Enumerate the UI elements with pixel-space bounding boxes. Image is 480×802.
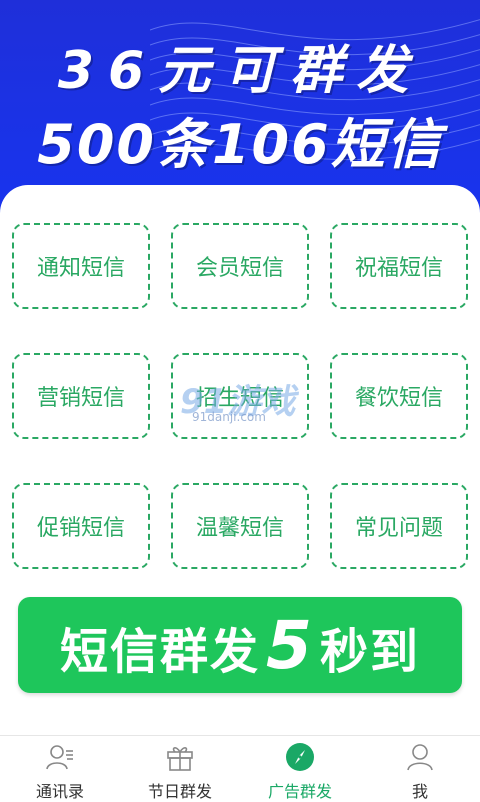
tile-label: 祝福短信 [354, 256, 443, 281]
tile-marketing-sms[interactable]: 营销短信 [12, 353, 150, 439]
user-icon [405, 742, 435, 772]
tab-label: 通讯录 [35, 782, 84, 801]
tile-blessing-sms[interactable]: 祝福短信 [330, 223, 468, 309]
tile-label: 营销短信 [36, 386, 125, 411]
sms-category-grid: 通知短信 会员短信 祝福短信 营销短信 招生短信 餐饮短信 促销短信 温馨短信 … [12, 223, 468, 569]
tile-label: 常见问题 [354, 516, 443, 541]
tile-promotion-sms[interactable]: 促销短信 [12, 483, 150, 569]
tile-notice-sms[interactable]: 通知短信 [12, 223, 150, 309]
compass-icon [285, 742, 315, 772]
contacts-icon [45, 742, 75, 772]
gift-icon [165, 742, 195, 772]
promo-title-line2: 500条106短信 [37, 113, 443, 176]
tile-member-sms[interactable]: 会员短信 [171, 223, 309, 309]
cta-suffix: 秒到 [319, 623, 420, 680]
tile-enrollment-sms[interactable]: 招生短信 [171, 353, 309, 439]
cta-prefix: 短信群发 [60, 623, 261, 680]
tab-ad-broadcast[interactable]: 广告群发 [240, 736, 360, 801]
tile-label: 餐饮短信 [354, 386, 443, 411]
tab-label: 节日群发 [147, 782, 212, 801]
tile-label: 温馨短信 [195, 516, 284, 541]
promo-title-line1: 36元可群发 [57, 41, 423, 101]
tile-label: 通知短信 [36, 256, 125, 281]
tile-faq[interactable]: 常见问题 [330, 483, 468, 569]
content-panel: 通知短信 会员短信 祝福短信 营销短信 招生短信 餐饮短信 促销短信 温馨短信 … [0, 185, 480, 745]
cta-banner[interactable]: 短信群发5 秒到 [18, 597, 462, 693]
tile-label: 招生短信 [195, 386, 284, 411]
tile-label: 促销短信 [36, 516, 125, 541]
tab-label: 广告群发 [267, 782, 332, 801]
tab-me[interactable]: 我 [360, 736, 480, 801]
tile-warm-sms[interactable]: 温馨短信 [171, 483, 309, 569]
cta-text: 短信群发5 秒到 [60, 607, 420, 684]
tab-contacts[interactable]: 通讯录 [0, 736, 120, 801]
tile-label: 会员短信 [195, 256, 284, 281]
cta-number: 5 [266, 606, 314, 684]
tab-holiday-broadcast[interactable]: 节日群发 [120, 736, 240, 801]
tab-label: 我 [411, 782, 428, 801]
bottom-tab-bar: 通讯录 节日群发 广告群发 我 [0, 735, 480, 801]
tile-catering-sms[interactable]: 餐饮短信 [330, 353, 468, 439]
